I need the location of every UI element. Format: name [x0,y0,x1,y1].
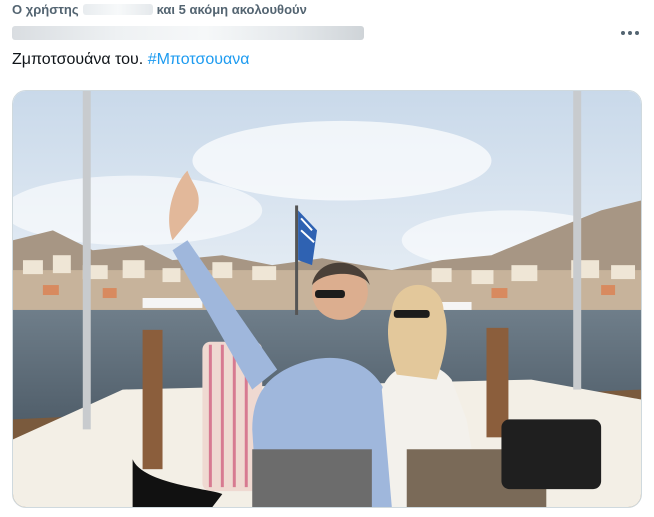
hashtag-link[interactable]: #Μποτσουανα [148,51,250,68]
social-context-suffix: και 5 ακόμη ακολουθούν [156,1,307,17]
more-dot [628,31,632,35]
redacted-author-line [12,26,364,40]
more-dot [635,31,639,35]
tweet-text: Ζμποτσουάνα του. #Μποτσουανα [12,50,250,70]
social-context-prefix: Ο χρήστης [12,1,79,17]
tweet-body: Ζμποτσουάνα του. [12,51,144,68]
more-options-button[interactable] [618,23,642,43]
redacted-username [82,3,153,15]
tweet-header [12,22,642,44]
social-context[interactable]: Ο χρήστης και 5 ακόμη ακολουθούν [12,0,307,18]
more-dots-icon [621,31,625,35]
boat-photo [13,91,641,507]
tweet-photo[interactable] [12,90,642,508]
